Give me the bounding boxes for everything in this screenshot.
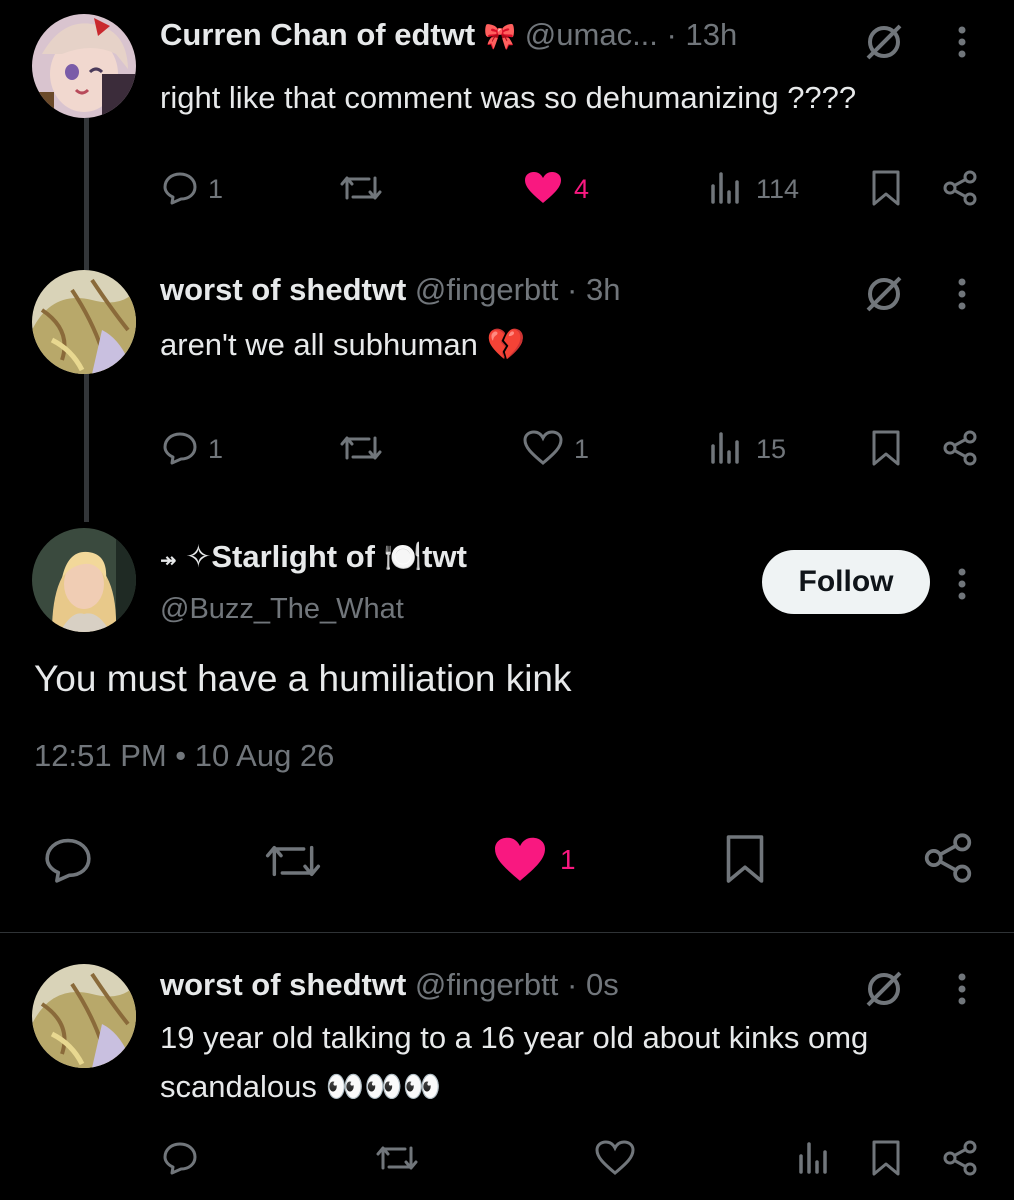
reply-icon[interactable] <box>160 1138 200 1178</box>
heart-icon[interactable] <box>522 168 564 208</box>
author-name[interactable]: worst of shedtwt <box>160 272 406 307</box>
repost-icon[interactable] <box>258 836 328 886</box>
bookmark-icon[interactable] <box>866 1138 906 1178</box>
more-icon[interactable] <box>944 272 980 316</box>
post-time[interactable]: · 13h <box>667 17 738 52</box>
heart-icon[interactable] <box>522 428 564 468</box>
repost-icon[interactable] <box>374 1138 420 1178</box>
name-prefix: ↠ <box>160 550 177 572</box>
post-timestamp[interactable]: 12:51 PM • 10 Aug 26 <box>34 738 334 774</box>
author-line: worst of shedtwt @fingerbtt · 3h <box>160 272 620 308</box>
author-name[interactable]: Curren Chan of edtwt <box>160 17 475 52</box>
heart-icon[interactable] <box>594 1138 636 1178</box>
reply-count: 1 <box>208 434 224 464</box>
divider <box>0 932 1014 933</box>
author-name-line[interactable]: ↠ ✧Starlight of 🍽️twt <box>160 538 467 575</box>
reply-icon[interactable] <box>40 834 96 886</box>
heart-icon[interactable] <box>490 834 550 886</box>
bookmark-icon[interactable] <box>866 168 906 208</box>
follow-button[interactable]: Follow <box>762 550 930 614</box>
share-icon[interactable] <box>920 830 976 886</box>
author-line: Curren Chan of edtwt 🎀 @umac... · 13h <box>160 17 737 53</box>
more-icon[interactable] <box>944 20 980 64</box>
grok-icon[interactable] <box>862 967 906 1011</box>
author-name[interactable]: ✧Starlight of 🍽️twt <box>185 539 467 574</box>
like-count: 1 <box>574 434 590 464</box>
grok-icon[interactable] <box>862 20 906 64</box>
more-icon[interactable] <box>944 562 980 606</box>
thread-line <box>84 118 89 270</box>
avatar[interactable] <box>32 270 136 374</box>
like-count: 4 <box>574 174 590 204</box>
post-text: right like that comment was so dehumaniz… <box>160 80 857 115</box>
thread-line <box>84 374 89 522</box>
author-handle[interactable]: @fingerbtt <box>415 272 558 307</box>
post-time[interactable]: · 0s <box>567 967 619 1002</box>
author-handle[interactable]: @umac... <box>525 17 658 52</box>
name-emoji: 🎀 <box>483 21 517 51</box>
view-count: 114 <box>756 174 800 204</box>
share-icon[interactable] <box>940 1138 980 1178</box>
reply-icon[interactable] <box>160 428 200 468</box>
author-handle[interactable]: @Buzz_The_What <box>160 593 404 626</box>
bookmark-icon[interactable] <box>720 830 770 888</box>
avatar[interactable] <box>32 964 136 1068</box>
views-icon[interactable] <box>706 168 746 208</box>
grok-icon[interactable] <box>862 272 906 316</box>
avatar[interactable] <box>32 528 136 632</box>
view-count: 15 <box>756 434 787 464</box>
post-text: aren't we all subhuman 💔 <box>160 327 526 362</box>
views-icon[interactable] <box>706 428 746 468</box>
views-icon[interactable] <box>794 1138 834 1178</box>
like-count: 1 <box>560 844 576 875</box>
post-text-line: scandalous 👀👀👀 <box>160 1069 442 1104</box>
author-line: worst of shedtwt @fingerbtt · 0s <box>160 967 619 1003</box>
post-text: You must have a humiliation kink <box>34 658 572 699</box>
share-icon[interactable] <box>940 168 980 208</box>
reply-count: 1 <box>208 174 224 204</box>
post-time[interactable]: · 3h <box>567 272 620 307</box>
share-icon[interactable] <box>940 428 980 468</box>
more-icon[interactable] <box>944 967 980 1011</box>
avatar[interactable] <box>32 14 136 118</box>
repost-icon[interactable] <box>338 168 384 208</box>
author-name[interactable]: worst of shedtwt <box>160 967 406 1002</box>
reply-icon[interactable] <box>160 168 200 208</box>
author-handle[interactable]: @fingerbtt <box>415 967 558 1002</box>
repost-icon[interactable] <box>338 428 384 468</box>
bookmark-icon[interactable] <box>866 428 906 468</box>
post-text-line: 19 year old talking to a 16 year old abo… <box>160 1020 869 1055</box>
